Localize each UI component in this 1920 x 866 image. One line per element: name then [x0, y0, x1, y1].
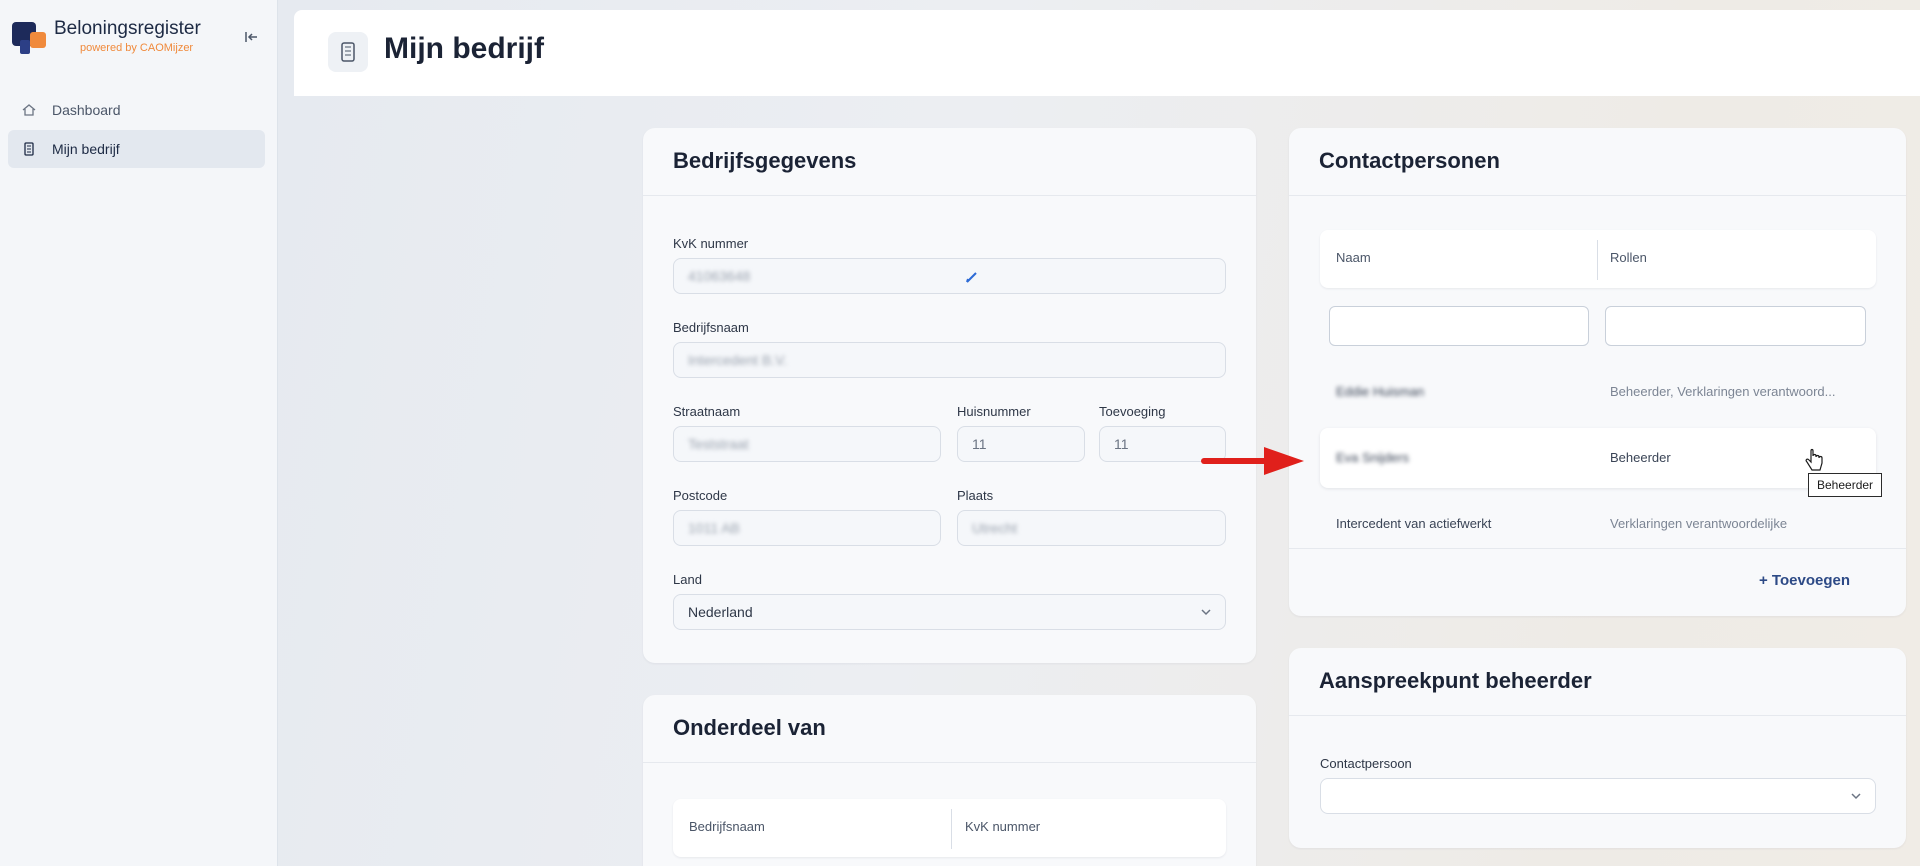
divider [1289, 548, 1906, 549]
collapse-sidebar-button[interactable] [240, 26, 262, 48]
contacts-table-header: Naam Rollen [1320, 230, 1876, 288]
red-arrow-annotation [1201, 447, 1304, 475]
home-icon [20, 101, 38, 119]
hand-cursor-icon [1805, 448, 1823, 471]
parent-table-header: Bedrijfsnaam KvK nummer [673, 799, 1226, 857]
sidebar-item-label: Dashboard [52, 102, 121, 118]
collapse-icon [245, 32, 257, 42]
addition-value: 11 [1114, 436, 1129, 452]
country-label: Land [673, 572, 702, 587]
table-row[interactable]: Intercedent van actiefwerkt Verklaringen… [1320, 494, 1876, 554]
page-header: Mijn bedrijf [294, 10, 1920, 96]
card-title: Onderdeel van [643, 695, 1256, 763]
table-row[interactable]: Eva Snijders Beheerder [1320, 428, 1876, 488]
sidebar-item-dashboard[interactable]: Dashboard [8, 91, 265, 129]
contact-person-label: Contactpersoon [1320, 756, 1412, 771]
kvk-input[interactable]: 41063648 [673, 258, 1226, 294]
building-icon [20, 140, 38, 158]
parent-company-card: Onderdeel van Bedrijfsnaam KvK nummer [643, 695, 1256, 866]
sidebar-item-label: Mijn bedrijf [52, 141, 120, 157]
table-row[interactable]: Eddie Huisman Beheerder, Verklaringen ve… [1320, 362, 1876, 422]
contact-name: Eddie Huisman [1336, 384, 1425, 399]
company-name-label: Bedrijfsnaam [673, 320, 749, 335]
contacts-card: Contactpersonen Naam Rollen Eddie Huisma… [1289, 128, 1906, 616]
sidebar: Beloningsregister powered by CAOMijzer D… [0, 0, 278, 866]
app-subtitle: powered by CAOMijzer [80, 42, 194, 54]
street-label: Straatnaam [673, 404, 741, 419]
contact-roles: Beheerder, Verklaringen verantwoord... [1610, 384, 1836, 399]
app-title: Beloningsregister [54, 18, 201, 39]
postcode-value: 1011 AB [688, 520, 740, 536]
card-title: Bedrijfsgegevens [643, 128, 1256, 196]
contact-roles: Verklaringen verantwoordelijke [1610, 516, 1788, 531]
column-header-roles: Rollen [1610, 250, 1647, 265]
column-header-name: Bedrijfsnaam [689, 819, 765, 834]
column-divider [951, 809, 952, 849]
country-select[interactable]: Nederland [673, 594, 1226, 630]
chevron-down-icon [1851, 793, 1861, 800]
card-title: Aanspreekpunt beheerder [1289, 648, 1906, 716]
roles-tooltip: Beheerder [1808, 473, 1883, 497]
company-name-value: Intercedent B.V. [688, 352, 788, 368]
name-filter-input[interactable] [1329, 306, 1589, 346]
contact-name: Eva Snijders [1336, 450, 1409, 465]
page-title: Mijn bedrijf [384, 32, 544, 65]
kvk-label: KvK nummer [673, 236, 749, 251]
building-icon [328, 32, 368, 72]
contact-person-select[interactable] [1320, 778, 1876, 814]
column-divider [1597, 240, 1598, 280]
contact-roles: Beheerder [1610, 450, 1671, 465]
postcode-input[interactable]: 1011 AB [673, 510, 941, 546]
city-label: Plaats [957, 488, 994, 503]
roles-filter-input[interactable] [1605, 306, 1866, 346]
city-input[interactable]: Utrecht [957, 510, 1226, 546]
postcode-label: Postcode [673, 488, 728, 503]
house-number-label: Huisnummer [957, 404, 1031, 419]
house-number-value: 11 [972, 436, 987, 452]
brand[interactable]: Beloningsregister powered by CAOMijzer [10, 16, 270, 60]
sidebar-item-mijn-bedrijf[interactable]: Mijn bedrijf [8, 130, 265, 168]
contact-name: Intercedent van actiefwerkt [1336, 516, 1492, 531]
column-header-kvk: KvK nummer [965, 819, 1041, 834]
country-value: Nederland [688, 604, 753, 620]
company-details-card: Bedrijfsgegevens KvK nummer 41063648 Bed… [643, 128, 1256, 663]
company-name-input[interactable]: Intercedent B.V. [673, 342, 1226, 378]
logo-icon [12, 22, 46, 54]
admin-contact-card: Aanspreekpunt beheerder Contactpersoon [1289, 648, 1906, 848]
card-title: Contactpersonen [1289, 128, 1906, 196]
chevron-down-icon [1201, 609, 1211, 616]
kvk-value: 41063648 [688, 268, 751, 284]
add-contact-button[interactable]: + Toevoegen [1759, 572, 1850, 589]
edit-cursor-icon [966, 272, 977, 283]
addition-label: Toevoeging [1099, 404, 1166, 419]
column-header-name: Naam [1336, 250, 1371, 265]
street-value: Teststraat [688, 436, 749, 452]
city-value: Utrecht [972, 520, 1018, 536]
house-number-input[interactable]: 11 [957, 426, 1085, 462]
street-input[interactable]: Teststraat [673, 426, 941, 462]
